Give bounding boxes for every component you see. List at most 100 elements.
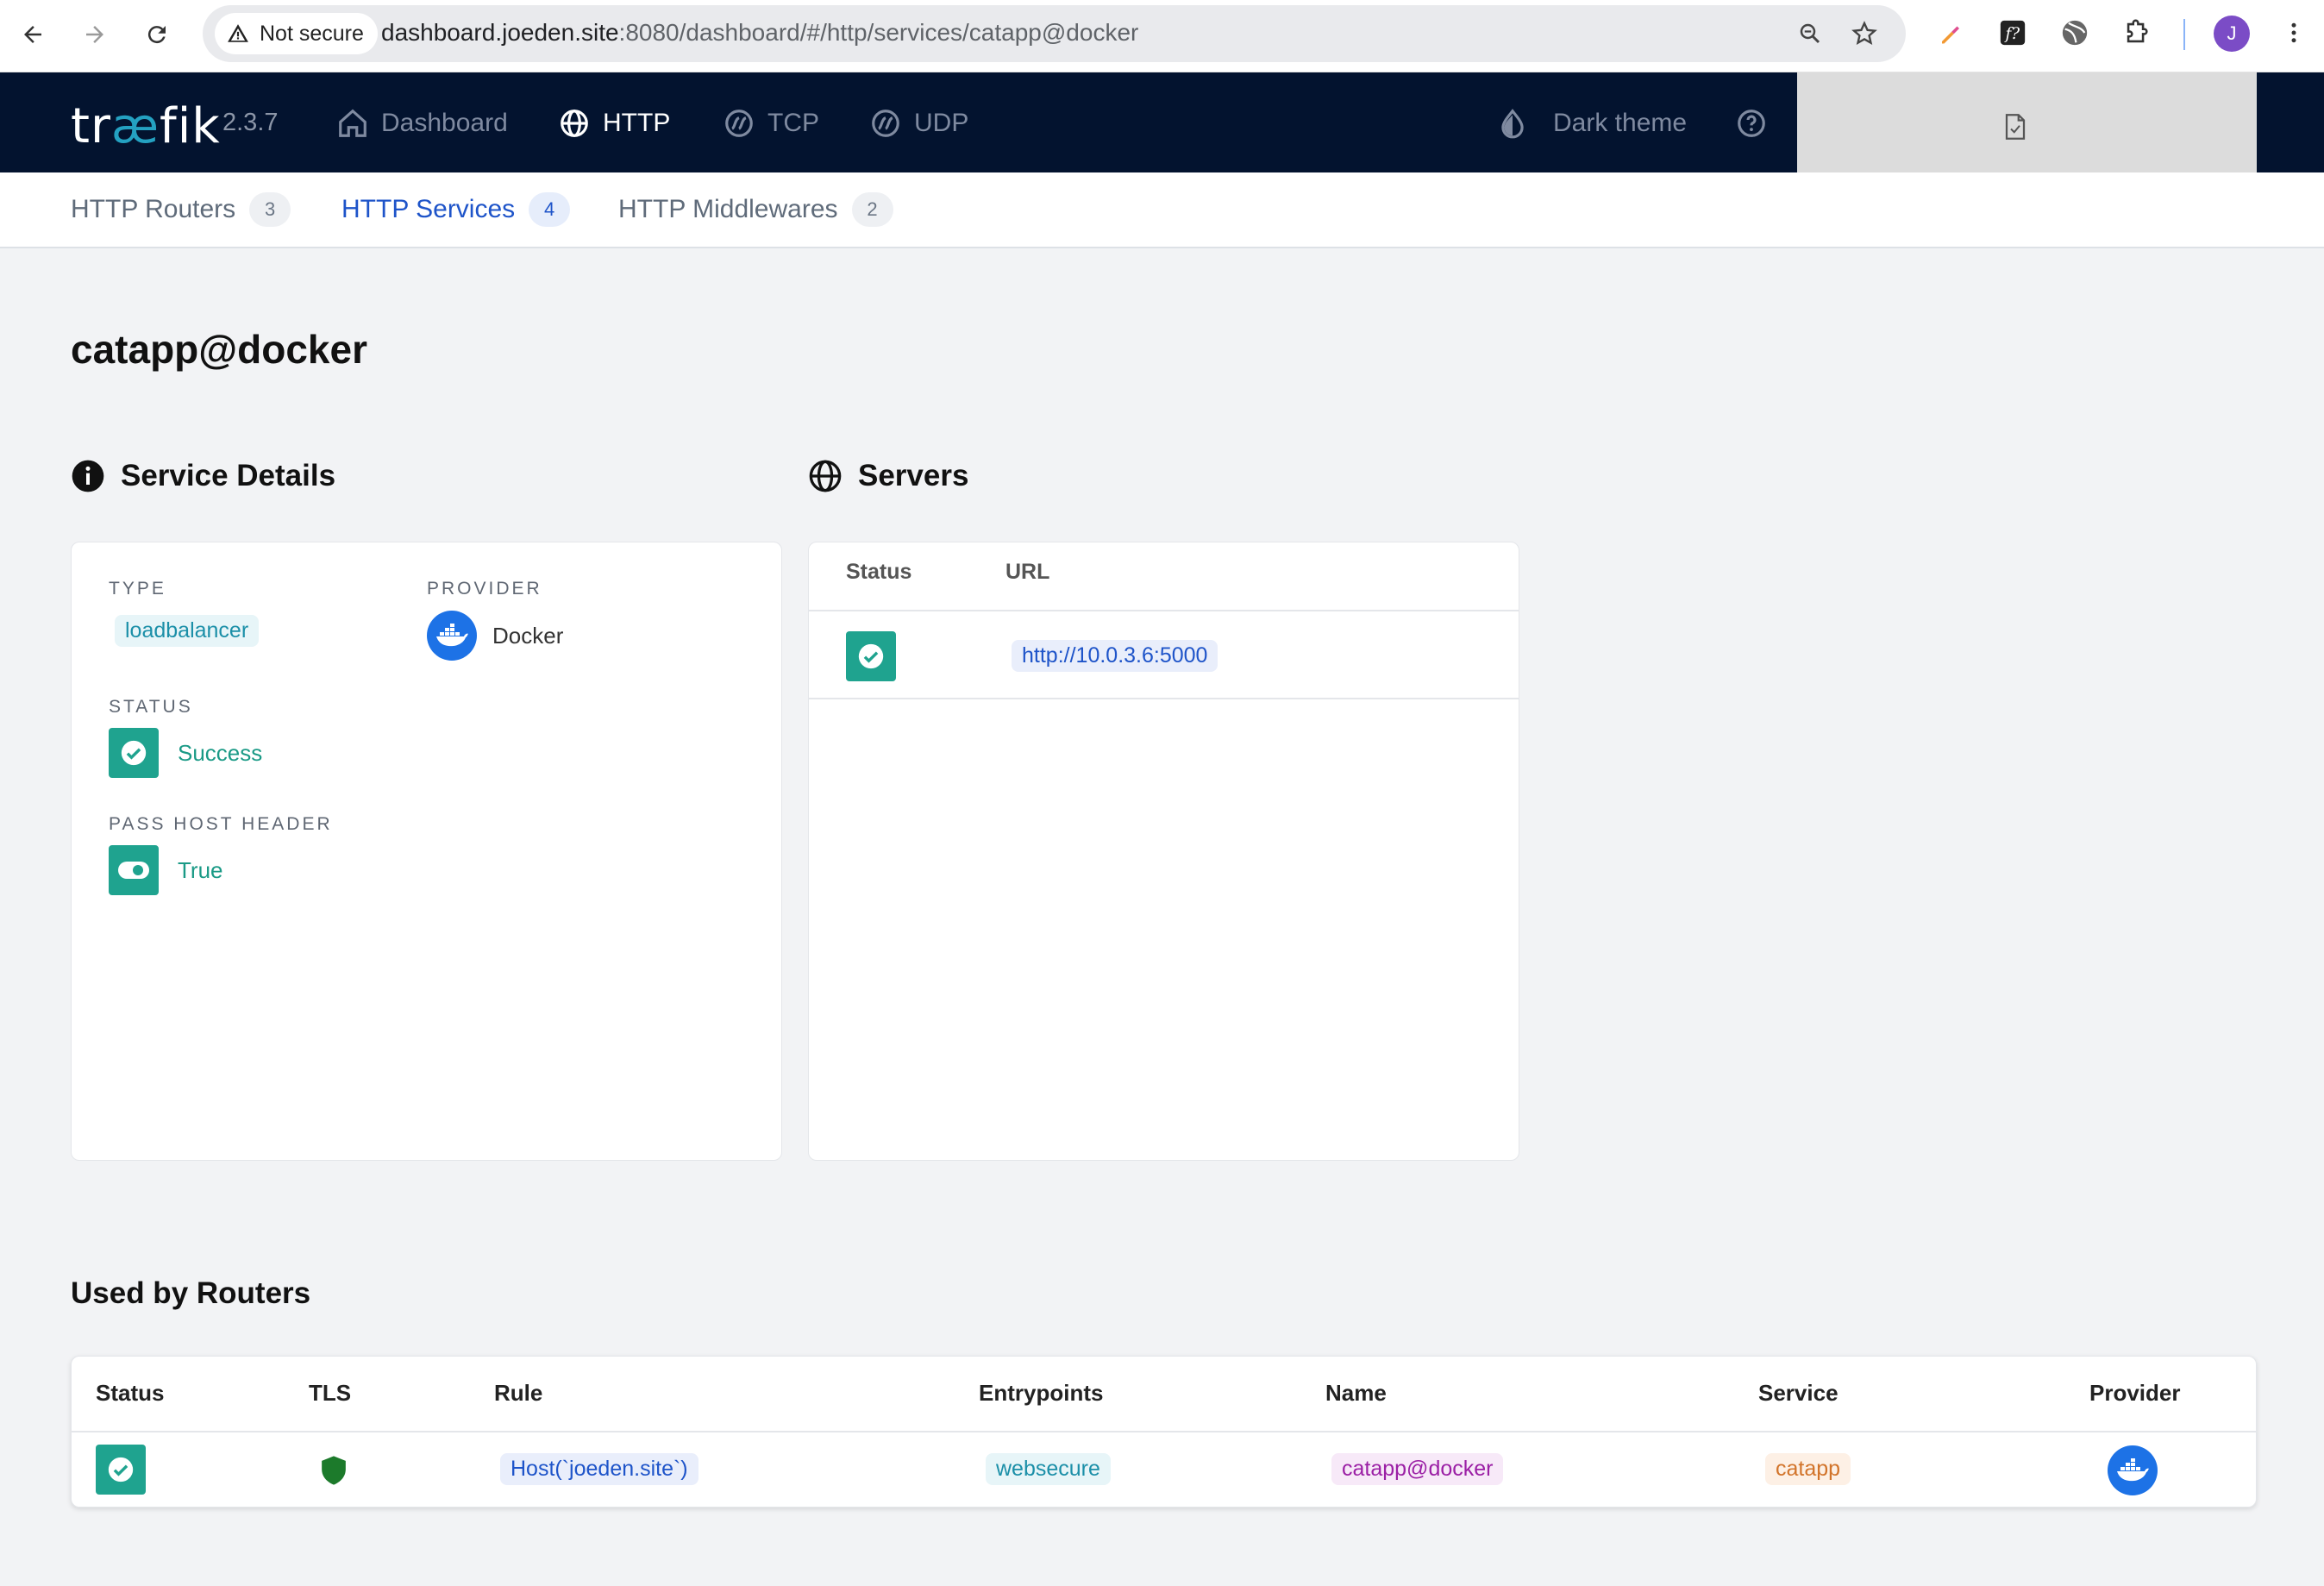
help-button[interactable] (1735, 103, 1768, 143)
servers-row-divider (809, 698, 1519, 699)
traefik-logo[interactable]: træfik (71, 98, 221, 154)
reload-button[interactable] (135, 12, 179, 57)
profile-avatar[interactable]: J (2214, 16, 2250, 52)
router-entrypoints: websecure (986, 1453, 1111, 1485)
home-icon (339, 109, 366, 137)
forward-button[interactable] (72, 12, 117, 57)
col-status: Status (96, 1380, 165, 1406)
status-value: Success (109, 728, 262, 778)
url-host: dashboard.joeden.site (381, 19, 619, 46)
address-bar[interactable]: Not secure dashboard.joeden.site:8080/da… (203, 5, 1906, 62)
tcp-icon (725, 110, 753, 137)
router-service: catapp (1765, 1453, 1851, 1485)
success-icon (109, 728, 159, 778)
toggle-on-icon (109, 845, 159, 895)
col-entrypoints: Entrypoints (979, 1380, 1104, 1406)
servers-card: Status URL http://10.0.3.6:5000 (808, 542, 1519, 1161)
provider-name: Docker (492, 622, 564, 649)
pass-host-header-text: True (178, 856, 223, 883)
font-extension-icon[interactable]: f? (1994, 14, 2032, 52)
reload-icon (147, 26, 166, 44)
browser-menu-icon[interactable] (2275, 14, 2313, 52)
servers-heading: Servers (808, 459, 968, 493)
col-tls: TLS (309, 1380, 352, 1406)
droplet-icon (1501, 109, 1524, 139)
browser-toolbar: Not secure dashboard.joeden.site:8080/da… (0, 0, 2324, 72)
servers-title: Servers (858, 459, 969, 492)
tab-http-services-label: HTTP Services (341, 195, 516, 223)
nav-http-label: HTTP (603, 109, 671, 137)
arrow-left-icon (24, 26, 41, 43)
router-name: catapp@docker (1331, 1453, 1504, 1485)
logo-text-end: fik (159, 98, 221, 154)
version-label: 2.3.7 (222, 109, 279, 136)
type-pill: loadbalancer (115, 615, 260, 647)
back-button[interactable] (10, 12, 55, 57)
tab-http-routers-count: 3 (249, 192, 291, 227)
servers-col-url: URL (1005, 560, 1050, 584)
service-details-card: TYPE loadbalancer PROVIDER Docker STATUS… (71, 542, 782, 1161)
document-icon (2005, 114, 2026, 140)
router-provider-docker-icon (2108, 1445, 2158, 1495)
service-details-title: Service Details (121, 459, 336, 492)
type-value: loadbalancer (115, 615, 260, 647)
zoom-icon[interactable] (1794, 17, 1826, 50)
server-row: http://10.0.3.6:5000 (809, 611, 1519, 698)
provider-label: PROVIDER (427, 579, 542, 599)
col-provider: Provider (2089, 1380, 2181, 1406)
router-status-icon (96, 1445, 146, 1495)
logo-text-start: tr (71, 98, 111, 154)
url-text[interactable]: dashboard.joeden.site:8080/dashboard/#/h… (381, 19, 1138, 47)
nav-udp[interactable]: UDP (869, 103, 968, 143)
docker-icon (427, 611, 477, 661)
security-label: Not secure (260, 21, 364, 46)
page-title: catapp@docker (71, 327, 367, 372)
tab-http-routers[interactable]: HTTP Routers 3 (71, 190, 291, 229)
udp-icon (872, 110, 899, 137)
globe-icon (561, 110, 588, 137)
tab-http-middlewares[interactable]: HTTP Middlewares 2 (618, 190, 893, 229)
pass-host-header-label: PASS HOST HEADER (109, 814, 333, 834)
help-icon (1738, 110, 1765, 137)
dark-theme-toggle[interactable]: Dark theme (1496, 103, 1687, 143)
server-url[interactable]: http://10.0.3.6:5000 (1012, 640, 1218, 672)
tab-http-routers-label: HTTP Routers (71, 195, 236, 223)
servers-col-status: Status (846, 560, 912, 584)
tab-http-services[interactable]: HTTP Services 4 (341, 190, 571, 229)
nav-dashboard-label: Dashboard (381, 109, 508, 137)
router-rule: Host(`joeden.site`) (500, 1453, 698, 1485)
security-chip[interactable]: Not secure (215, 13, 378, 54)
tls-shield-icon (322, 1456, 346, 1485)
top-navigation: træfik 2.3.7 Dashboard HTTP TCP UDP Dark… (0, 72, 2324, 172)
status-text: Success (178, 739, 263, 766)
svg-text:f?: f? (2004, 25, 2020, 43)
warning-icon (228, 24, 248, 42)
nav-dashboard[interactable]: Dashboard (336, 103, 508, 143)
arrow-right-icon (86, 26, 103, 43)
bookmark-star-icon[interactable] (1848, 17, 1881, 50)
nav-http[interactable]: HTTP (558, 103, 670, 143)
url-path: :8080/dashboard/#/http/services/catapp@d… (618, 19, 1139, 46)
overlay-panel (1797, 72, 2257, 172)
dark-theme-label: Dark theme (1553, 109, 1688, 137)
table-row[interactable]: Host(`joeden.site`) websecure catapp@doc… (72, 1432, 2256, 1507)
extensions-puzzle-icon[interactable] (2118, 14, 2156, 52)
sub-navigation: HTTP Routers 3 HTTP Services 4 HTTP Midd… (0, 172, 2324, 248)
color-picker-extension-icon[interactable] (1932, 14, 1970, 52)
globe-extension-icon[interactable] (2056, 14, 2094, 52)
globe-icon (809, 460, 842, 492)
toolbar-divider (2183, 19, 2185, 50)
used-by-routers-title: Used by Routers (71, 1276, 311, 1310)
col-service: Service (1758, 1380, 1839, 1406)
server-status-icon (846, 631, 896, 681)
col-name: Name (1325, 1380, 1387, 1406)
logo-text-ae: æ (110, 98, 160, 154)
provider-value: Docker (427, 611, 563, 661)
routers-table: Status TLS Rule Entrypoints Name Service… (71, 1356, 2257, 1508)
tab-http-services-count: 4 (529, 192, 571, 227)
service-details-heading: Service Details (71, 459, 335, 493)
info-icon (72, 460, 104, 492)
nav-tcp[interactable]: TCP (723, 103, 819, 143)
status-label: STATUS (109, 697, 193, 717)
col-rule: Rule (494, 1380, 543, 1406)
